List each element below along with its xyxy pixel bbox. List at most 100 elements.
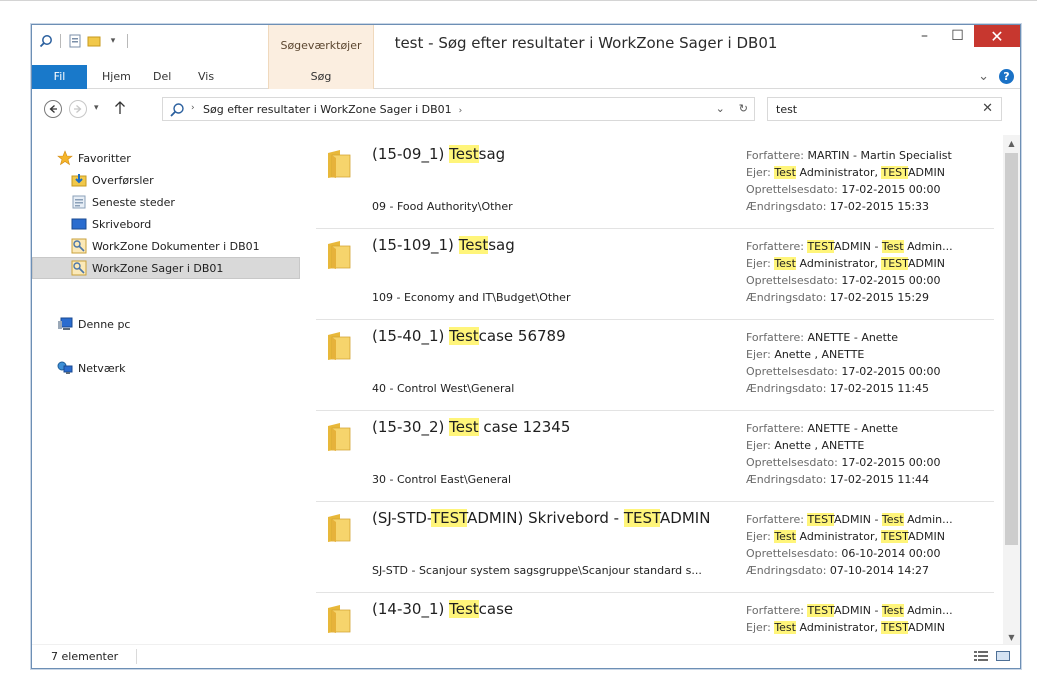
nav-item-favoritter[interactable]: Favoritter (32, 147, 300, 169)
result-separator (316, 501, 994, 502)
breadcrumb-path[interactable]: Søg efter resultater i WorkZone Sager i … (203, 103, 452, 116)
forward-button[interactable] (69, 100, 87, 118)
maximize-button[interactable]: ☐ (941, 25, 974, 47)
tab-hjem[interactable]: Hjem (102, 65, 131, 89)
expand-ribbon-button[interactable]: ⌄ (978, 69, 989, 84)
breadcrumb-separator[interactable]: › (191, 103, 195, 113)
result-title[interactable]: (SJ-STD-TESTADMIN) Skrivebord - TESTADMI… (372, 509, 710, 527)
result-metadata: Forfattere: TESTADMIN - Test Admin... Eje… (746, 602, 996, 636)
text-fragment: Admin... (903, 604, 953, 617)
nav-item-workzone-sager[interactable]: WorkZone Sager i DB01 (32, 257, 300, 279)
result-item[interactable]: (15-30_2) Test case 12345 30 - Control Ea… (316, 412, 996, 503)
nav-label: Denne pc (78, 317, 131, 331)
result-title[interactable]: (14-30_1) Testcase (372, 600, 513, 618)
created-line: Oprettelsesdato: 17-02-2015 00:00 (746, 181, 996, 198)
text-fragment: sag (488, 236, 515, 254)
text-fragment: ADMIN (660, 509, 711, 527)
result-title[interactable]: (15-40_1) Testcase 56789 (372, 327, 566, 345)
result-title[interactable]: (15-109_1) Testsag (372, 236, 515, 254)
clear-search-icon[interactable]: ✕ (982, 101, 993, 116)
tab-vis[interactable]: Vis (198, 65, 214, 89)
text-fragment: (15-30_2) (372, 418, 450, 436)
text-fragment: (15-109_1) (372, 236, 459, 254)
nav-item-overforsler[interactable]: Overførsler (32, 169, 300, 191)
tab-del[interactable]: Del (153, 65, 171, 89)
title-bar: ▾ Søgeværktøjer test - Søg efter resulta… (32, 25, 1020, 65)
nav-item-workzone-dokumenter[interactable]: WorkZone Dokumenter i DB01 (32, 235, 300, 257)
folder-icon (326, 604, 352, 634)
search-input[interactable] (776, 101, 966, 117)
text-fragment: ANETTE - Anette (807, 331, 898, 344)
text-fragment: ADMIN - (833, 604, 882, 617)
up-button[interactable] (114, 101, 126, 118)
explorer-window: ▾ Søgeværktøjer test - Søg efter resulta… (31, 24, 1021, 669)
scroll-up-button[interactable]: ▲ (1003, 135, 1020, 151)
desktop-icon (71, 216, 87, 232)
window-title: test - Søg efter resultater i WorkZone S… (394, 34, 778, 52)
result-separator (316, 410, 994, 411)
owner-line: Ejer: Anette , ANETTE (746, 346, 996, 363)
help-icon[interactable]: ? (999, 69, 1014, 84)
search-highlight: Test (449, 418, 479, 436)
back-button[interactable] (44, 100, 62, 118)
modified-line: Ændringsdato: 17-02-2015 15:29 (746, 289, 996, 306)
tab-sog[interactable]: Søg (268, 65, 374, 89)
nav-item-denne-pc[interactable]: Denne pc (32, 313, 300, 335)
scroll-down-button[interactable]: ▼ (1003, 629, 1020, 645)
created-value: 17-02-2015 00:00 (841, 456, 941, 469)
result-metadata: Forfattere: ANETTE - Anette Ejer: Anette … (746, 329, 996, 397)
metadata-label: Forfattere: (746, 240, 804, 253)
nav-item-netvaerk[interactable]: Netværk (32, 357, 300, 379)
metadata-label: Ændringsdato: (746, 291, 827, 304)
arrow-right-icon (74, 105, 82, 113)
search-highlight: Test (449, 600, 479, 618)
result-item[interactable]: (15-40_1) Testcase 56789 40 - Control Wes… (316, 321, 996, 412)
result-title[interactable]: (15-09_1) Testsag (372, 145, 505, 163)
breadcrumb-separator[interactable]: › (459, 106, 463, 116)
nav-label: Overførsler (92, 173, 154, 187)
nav-label: Netværk (78, 361, 126, 375)
modified-line: Ændringsdato: 17-02-2015 15:33 (746, 198, 996, 215)
result-separator (316, 592, 994, 593)
metadata-label: Oprettelsesdato: (746, 365, 838, 378)
search-box: ✕ (767, 97, 1002, 121)
vertical-scrollbar[interactable]: ▲ ▼ (1003, 135, 1020, 645)
text-fragment: MARTIN - Martin Specialist (807, 149, 952, 162)
owner-line: Ejer: Test Administrator, TESTADMIN (746, 164, 996, 181)
modified-value: 17-02-2015 15:33 (829, 200, 930, 213)
result-item[interactable]: (14-30_1) Testcase Forfattere: TESTADMIN … (316, 594, 996, 645)
details-view-icon[interactable] (974, 650, 988, 665)
text-fragment: Administrator, (795, 621, 882, 634)
nav-label: WorkZone Sager i DB01 (92, 261, 224, 275)
search-highlight: Test (881, 604, 904, 617)
ribbon-tabs: Fil Hjem Del Vis Søg ⌄ ? (32, 65, 1020, 89)
result-item[interactable]: (15-109_1) Testsag 109 - Economy and IT\B… (316, 230, 996, 321)
scrollbar-thumb[interactable] (1005, 153, 1018, 545)
text-fragment: ADMIN - (833, 513, 882, 526)
result-title[interactable]: (15-30_2) Test case 12345 (372, 418, 570, 436)
nav-item-seneste-steder[interactable]: Seneste steder (32, 191, 300, 213)
large-icons-view-icon[interactable] (996, 650, 1010, 665)
result-item[interactable]: (SJ-STD-TESTADMIN) Skrivebord - TESTADMI… (316, 503, 996, 594)
address-dropdown-button[interactable]: ⌄ (716, 102, 725, 115)
result-item[interactable]: (15-09_1) Testsag 09 - Food Authority\Oth… (316, 139, 996, 230)
nav-label: Seneste steder (92, 195, 175, 209)
minimize-button[interactable]: – (908, 25, 941, 47)
metadata-label: Oprettelsesdato: (746, 183, 838, 196)
authors-line: Forfattere: ANETTE - Anette (746, 420, 996, 437)
created-line: Oprettelsesdato: 06-10-2014 00:00 (746, 545, 996, 562)
text-fragment: Administrator, (795, 166, 882, 179)
address-bar[interactable]: › Søg efter resultater i WorkZone Sager … (162, 97, 755, 121)
download-icon (71, 172, 87, 188)
search-highlight: TEST (807, 604, 834, 617)
recent-locations-chevron-icon[interactable]: ▾ (94, 103, 99, 113)
nav-item-skrivebord[interactable]: Skrivebord (32, 213, 300, 235)
text-fragment: Administrator, (795, 257, 882, 270)
result-path: 30 - Control East\General (372, 473, 512, 486)
tab-fil[interactable]: Fil (32, 65, 87, 89)
refresh-button[interactable]: ↻ (739, 102, 748, 115)
result-metadata: Forfattere: MARTIN - Martin Specialist Ej… (746, 147, 996, 215)
text-fragment: Admin... (903, 240, 953, 253)
close-button[interactable]: ✕ (974, 25, 1020, 47)
created-line: Oprettelsesdato: 17-02-2015 00:00 (746, 454, 996, 471)
